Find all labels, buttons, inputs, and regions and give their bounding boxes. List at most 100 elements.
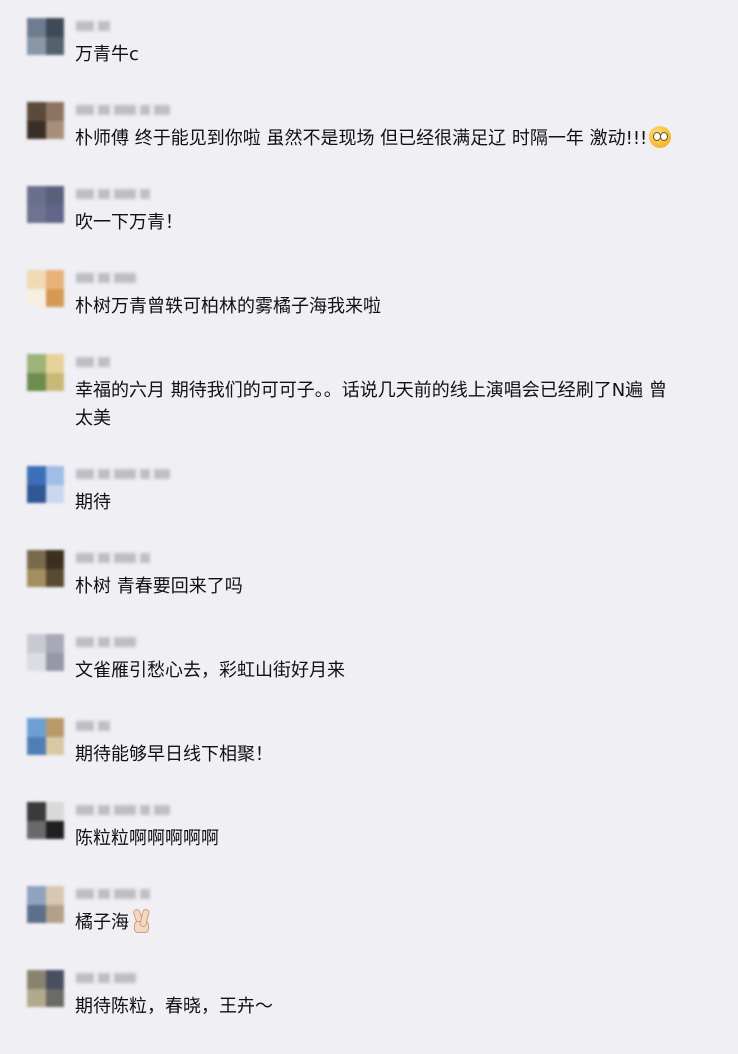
username-blurred[interactable]: [76, 187, 226, 201]
username-blurred[interactable]: [76, 355, 226, 369]
avatar-pixel: [27, 288, 46, 307]
avatar[interactable]: [27, 18, 64, 55]
username-blur-block: [76, 469, 94, 479]
avatar[interactable]: [27, 466, 64, 503]
avatar-pixel: [27, 372, 46, 391]
comment-item: 文雀雁引愁心去，彩虹山街好月来: [0, 634, 738, 718]
avatar-pixel: [45, 718, 64, 737]
username-blur-block: [76, 805, 94, 815]
avatar[interactable]: [27, 270, 64, 307]
username-blur-block: [98, 889, 110, 899]
avatar[interactable]: [27, 354, 64, 391]
comment-text: 朴树 青春要回来了吗: [75, 576, 243, 597]
avatar-pixel: [45, 550, 64, 569]
username-blur-block: [140, 805, 150, 815]
avatar-pixel: [27, 102, 46, 121]
avatar-pixel: [45, 186, 64, 205]
avatar-pixel: [45, 288, 64, 307]
avatar-pixel: [45, 634, 64, 653]
avatar-pixel: [45, 102, 64, 121]
comment-item: 朴树 青春要回来了吗: [0, 550, 738, 634]
username-blur-block: [76, 889, 94, 899]
username-blur-block: [140, 553, 150, 563]
avatar[interactable]: [27, 186, 64, 223]
comment-item: 陈粒粒啊啊啊啊啊: [0, 802, 738, 886]
comment-text: 橘子海: [75, 909, 151, 937]
username-blurred[interactable]: [76, 271, 226, 285]
comment-text: 期待能够早日线下相聚！: [75, 744, 273, 765]
avatar-pixel: [27, 354, 46, 373]
avatar-pixel: [45, 466, 64, 485]
comment-text-body: 橘子海: [75, 912, 129, 933]
username-blur-block: [98, 637, 110, 647]
username-blur-block: [114, 469, 136, 479]
username-blur-block: [98, 553, 110, 563]
comment-text: 万青牛c: [75, 44, 139, 65]
username-blur-block: [114, 973, 136, 983]
username-blur-block: [114, 105, 136, 115]
username-blur-block: [154, 805, 170, 815]
avatar[interactable]: [27, 886, 64, 923]
avatar-pixel: [45, 568, 64, 587]
username-blurred[interactable]: [76, 635, 226, 649]
username-blur-block: [76, 357, 94, 367]
username-blur-block: [76, 553, 94, 563]
username-blur-block: [76, 973, 94, 983]
avatar[interactable]: [27, 802, 64, 839]
username-blurred[interactable]: [76, 887, 226, 901]
username-blurred[interactable]: [76, 103, 226, 117]
comment-item: 幸福的六月 期待我们的可可子。。话说几天前的线上演唱会已经刷了N遍 曾 太美: [0, 354, 738, 438]
avatar-pixel: [27, 120, 46, 139]
avatar[interactable]: [27, 550, 64, 587]
avatar-pixel: [27, 970, 46, 989]
avatar[interactable]: [27, 102, 64, 139]
avatar-pixel: [45, 354, 64, 373]
avatar-pixel: [27, 270, 46, 289]
comment-text: 期待: [75, 492, 111, 513]
username-blur-block: [154, 469, 170, 479]
avatar-pixel: [45, 802, 64, 821]
comment-item: 万青牛c: [0, 18, 738, 102]
avatar-pixel: [27, 186, 46, 205]
avatar[interactable]: [27, 970, 64, 1007]
username-blurred[interactable]: [76, 467, 226, 481]
comment-item: 吹一下万青！: [0, 186, 738, 270]
avatar-pixel: [45, 270, 64, 289]
comment-text: 吹一下万青！: [75, 212, 183, 233]
avatar-pixel: [27, 652, 46, 671]
username-blur-block: [98, 105, 110, 115]
comment-text: 朴树万青曾轶可柏林的雾橘子海我来啦: [75, 296, 381, 317]
comment-list: 万青牛c 朴师傅 终于能见到你啦 虽然不是现场 但已经很满足辽 时隔一年 激动!…: [0, 0, 738, 1040]
username-blur-block: [76, 273, 94, 283]
username-blur-block: [98, 189, 110, 199]
avatar-pixel: [27, 634, 46, 653]
comment-item: 期待陈粒，春晓，王卉～: [0, 970, 738, 1054]
comment-item: 期待: [0, 466, 738, 550]
avatar-pixel: [27, 204, 46, 223]
username-blur-block: [98, 21, 110, 31]
avatar-pixel: [27, 820, 46, 839]
username-blur-block: [114, 805, 136, 815]
avatar-pixel: [45, 18, 64, 37]
avatar-pixel: [45, 36, 64, 55]
username-blur-block: [98, 721, 110, 731]
username-blur-block: [114, 273, 136, 283]
avatar[interactable]: [27, 634, 64, 671]
username-blurred[interactable]: [76, 971, 226, 985]
username-blurred[interactable]: [76, 803, 226, 817]
comment-item: 朴树万青曾轶可柏林的雾橘子海我来啦: [0, 270, 738, 354]
avatar-pixel: [27, 904, 46, 923]
avatar-pixel: [27, 484, 46, 503]
username-blurred[interactable]: [76, 719, 226, 733]
username-blurred[interactable]: [76, 551, 226, 565]
username-blur-block: [98, 805, 110, 815]
username-blur-block: [140, 189, 150, 199]
comment-text-body: 朴师傅 终于能见到你啦 虽然不是现场 但已经很满足辽 时隔一年 激动!!!: [75, 128, 648, 149]
avatar-pixel: [45, 886, 64, 905]
avatar[interactable]: [27, 718, 64, 755]
username-blur-block: [76, 189, 94, 199]
username-blur-block: [140, 105, 150, 115]
username-blurred[interactable]: [76, 19, 226, 33]
avatar-pixel: [27, 886, 46, 905]
username-blur-block: [114, 889, 136, 899]
